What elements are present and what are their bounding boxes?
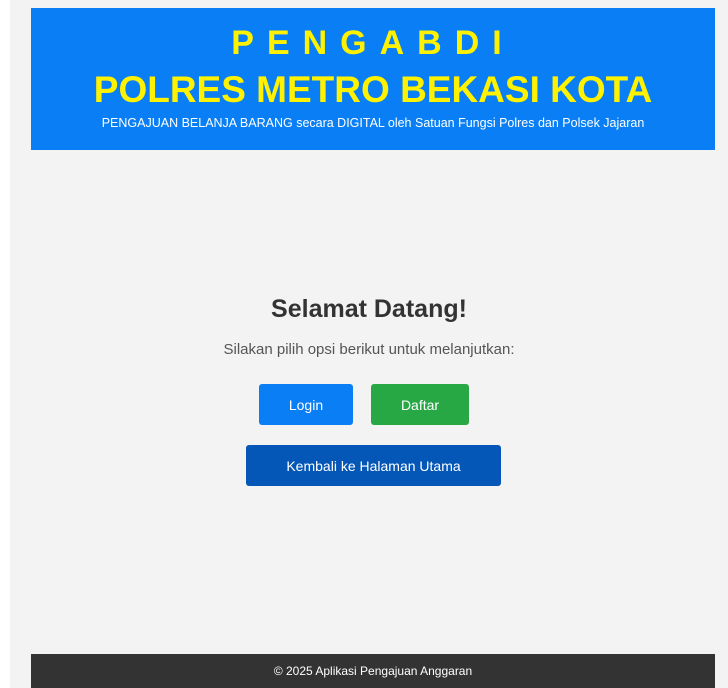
organization-title: POLRES METRO BEKASI KOTA: [93, 69, 653, 110]
welcome-heading: Selamat Datang!: [271, 295, 467, 323]
register-button[interactable]: Daftar: [371, 384, 469, 425]
site-footer: © 2025 Aplikasi Pengajuan Anggaran: [31, 654, 715, 688]
instruction-text: Silakan pilih opsi berikut untuk melanju…: [223, 341, 515, 358]
app-name: PENGABDI: [231, 24, 515, 62]
back-to-home-button[interactable]: Kembali ke Halaman Utama: [246, 445, 501, 486]
site-header: PENGABDI POLRES METRO BEKASI KOTA PENGAJ…: [31, 8, 715, 150]
header-subtitle: PENGAJUAN BELANJA BARANG secara DIGITAL …: [101, 116, 645, 130]
footer-copyright: © 2025 Aplikasi Pengajuan Anggaran: [273, 664, 473, 678]
login-button[interactable]: Login: [259, 384, 353, 425]
